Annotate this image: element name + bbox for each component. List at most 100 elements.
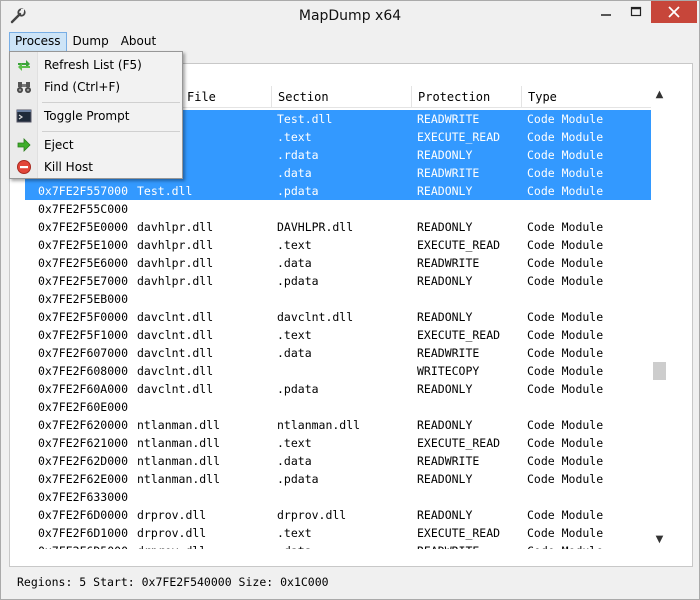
cell-type: Code Module xyxy=(527,274,604,288)
cell-file: ntlanman.dll xyxy=(137,436,221,450)
cell-address: 0x7FE2F62D000 xyxy=(38,454,129,468)
menu-label-refresh: Refresh List (F5) xyxy=(44,58,142,72)
cell-section: DAVHLPR.dll xyxy=(277,220,354,234)
cell-file: davhlpr.dll xyxy=(137,238,214,252)
menu-process[interactable]: Process xyxy=(9,32,67,52)
cell-file: davhlpr.dll xyxy=(137,256,214,270)
table-row[interactable]: 0x7FE2F6D5000 drprov.dll .data READWRITE Cod… xyxy=(25,542,651,549)
cell-address: 0x7FE2F60A000 xyxy=(38,382,129,396)
cell-address: 0x7FE2F6D1000 xyxy=(38,526,129,540)
cell-file: drprov.dll xyxy=(137,526,207,540)
menu-separator xyxy=(42,131,180,132)
menu-item-kill-host[interactable]: Kill Host xyxy=(10,156,182,178)
console-icon xyxy=(16,109,32,123)
menu-item-toggle-prompt[interactable]: Toggle Prompt xyxy=(10,105,182,127)
cell-file: davclnt.dll xyxy=(137,310,214,324)
cell-section: .text xyxy=(277,328,312,342)
table-row[interactable]: 0x7FE2F60A000 davclnt.dll .pdata READONLY Co… xyxy=(25,380,651,398)
cell-type: Code Module xyxy=(527,472,604,486)
cell-address: 0x7FE2F5F1000 xyxy=(38,328,129,342)
cell-type: Code Module xyxy=(527,130,604,144)
cell-address: 0x7FE2F6D5000 xyxy=(38,542,128,549)
table-row[interactable]: 0x7FE2F557000 Test.dll .pdata READONLY Code … xyxy=(25,182,651,200)
table-row[interactable]: 0x7FE2F607000 davclnt.dll .data READWRITE Co… xyxy=(25,344,651,362)
cell-type: Code Module xyxy=(527,148,604,162)
cell-type: Code Module xyxy=(527,184,604,198)
header-section[interactable]: Section xyxy=(271,86,411,108)
table-row[interactable]: 0x7FE2F5F1000 davclnt.dll .text EXECUTE_REA… xyxy=(25,326,651,344)
table-row[interactable]: 0x7FE2F620000 ntlanman.dll ntlanman.dll REA… xyxy=(25,416,651,434)
header-type[interactable]: Type xyxy=(521,86,651,108)
vertical-scrollbar[interactable]: ▲ ▼ xyxy=(651,86,668,549)
cell-file: davclnt.dll xyxy=(137,328,214,342)
table-row[interactable]: 0x7FE2F55C000 xyxy=(25,200,651,218)
cell-protection: READWRITE xyxy=(417,166,480,180)
menu-about[interactable]: About xyxy=(115,32,162,52)
scroll-thumb[interactable] xyxy=(653,362,666,380)
table-row[interactable]: 0x7FE2F5E6000 davhlpr.dll .data READWRITE Co… xyxy=(25,254,651,272)
cell-protection: READONLY xyxy=(417,184,473,198)
cell-section: Test.dll xyxy=(277,112,333,126)
menu-item-eject[interactable]: Eject xyxy=(10,134,182,156)
cell-address: 0x7FE2F608000 xyxy=(38,364,129,378)
cell-protection: READWRITE xyxy=(417,542,479,549)
cell-protection: EXECUTE_READ xyxy=(417,328,501,342)
cell-file: davhlpr.dll xyxy=(137,274,214,288)
table-row[interactable]: 0x7FE2F60E000 xyxy=(25,398,651,416)
table-row[interactable]: 0x7FE2F633000 xyxy=(25,488,651,506)
cell-type: Code Module xyxy=(527,382,604,396)
table-row[interactable]: 0x7FE2F5E0000 davhlpr.dll DAVHLPR.dll READO… xyxy=(25,218,651,236)
menu-item-find[interactable]: Find (Ctrl+F) xyxy=(10,76,182,98)
cell-section: davclnt.dll xyxy=(277,310,354,324)
cell-protection: READONLY xyxy=(417,148,473,162)
title-bar[interactable]: MapDump x64 xyxy=(1,1,699,31)
table-row[interactable]: 0x7FE2F5E7000 davhlpr.dll .pdata READONLY Co… xyxy=(25,272,651,290)
menu-label-toggle: Toggle Prompt xyxy=(44,109,130,123)
table-row[interactable]: 0x7FE2F608000 davclnt.dll WRITECOPY Code Mo… xyxy=(25,362,651,380)
menu-item-refresh-list[interactable]: Refresh List (F5) xyxy=(10,54,182,76)
menu-separator xyxy=(42,102,180,103)
cell-section: ntlanman.dll xyxy=(277,418,361,432)
table-row[interactable]: 0x7FE2F62E000 ntlanman.dll .pdata READONLY C… xyxy=(25,470,651,488)
cell-address: 0x7FE2F6D0000 xyxy=(38,508,129,522)
cell-address: 0x7FE2F55C000 xyxy=(38,202,129,216)
scroll-down-icon[interactable]: ▼ xyxy=(651,531,668,549)
table-row[interactable]: 0x7FE2F5E1000 davhlpr.dll .text EXECUTE_REA… xyxy=(25,236,651,254)
cell-address: 0x7FE2F557000 xyxy=(38,184,129,198)
table-row[interactable]: 0x7FE2F621000 ntlanman.dll .text EXECUTE_RE… xyxy=(25,434,651,452)
header-file[interactable]: File xyxy=(181,86,271,108)
cell-type: Code Module xyxy=(527,238,604,252)
cell-file: drprov.dll xyxy=(137,542,206,549)
cell-type: Code Module xyxy=(527,112,604,126)
cell-type: Code Module xyxy=(527,542,603,549)
close-button[interactable] xyxy=(651,1,697,23)
table-row[interactable]: 0x7FE2F5F0000 davclnt.dll davclnt.dll READO… xyxy=(25,308,651,326)
table-row[interactable]: 0x7FE2F5EB000 xyxy=(25,290,651,308)
cell-section: .data xyxy=(277,454,312,468)
cell-protection: READONLY xyxy=(417,310,473,324)
cell-address: 0x7FE2F62E000 xyxy=(38,472,129,486)
cell-protection: WRITECOPY xyxy=(417,364,480,378)
cell-section: .data xyxy=(277,166,312,180)
cell-protection: EXECUTE_READ xyxy=(417,526,501,540)
scroll-up-icon[interactable]: ▲ xyxy=(651,86,668,104)
cell-protection: READWRITE xyxy=(417,112,480,126)
menu-label-find: Find (Ctrl+F) xyxy=(44,80,121,94)
cell-address: 0x7FE2F5E6000 xyxy=(38,256,129,270)
cell-type: Code Module xyxy=(527,166,604,180)
cell-file: ntlanman.dll xyxy=(137,472,221,486)
header-protection[interactable]: Protection xyxy=(411,86,521,108)
menu-label-kill: Kill Host xyxy=(44,160,94,174)
cell-file: ntlanman.dll xyxy=(137,454,221,468)
menu-dump[interactable]: Dump xyxy=(67,32,115,52)
cell-section: .text xyxy=(277,526,312,540)
table-row[interactable]: 0x7FE2F62D000 ntlanman.dll .data READWRITE C… xyxy=(25,452,651,470)
minimize-button[interactable] xyxy=(591,1,621,23)
cell-protection: READONLY xyxy=(417,472,473,486)
cell-protection: READONLY xyxy=(417,220,473,234)
menu-label-eject: Eject xyxy=(44,138,74,152)
maximize-button[interactable] xyxy=(621,1,651,23)
table-row[interactable]: 0x7FE2F6D0000 drprov.dll drprov.dll READONL… xyxy=(25,506,651,524)
table-row[interactable]: 0x7FE2F6D1000 drprov.dll .text EXECUTE_READ… xyxy=(25,524,651,542)
cell-type: Code Module xyxy=(527,454,604,468)
